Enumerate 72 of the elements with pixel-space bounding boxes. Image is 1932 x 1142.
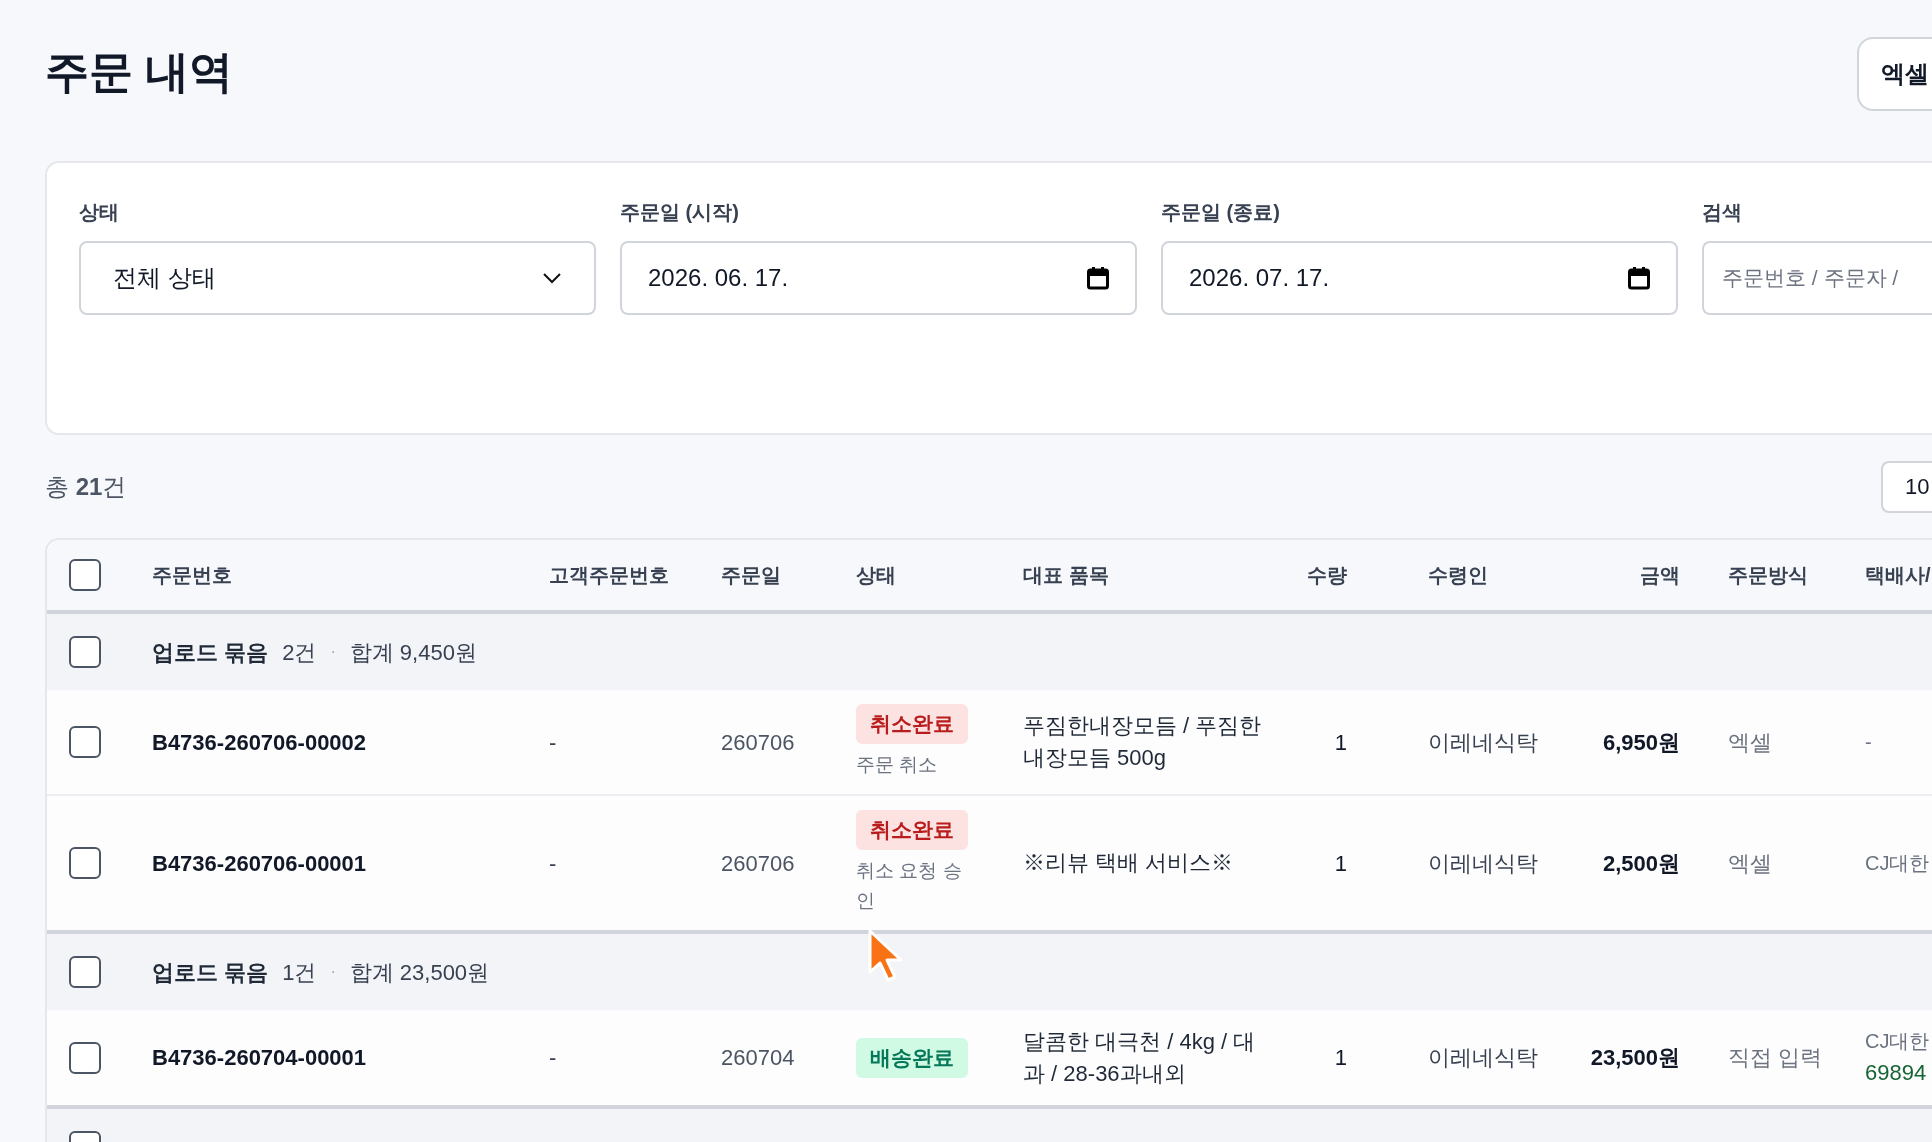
table-cell-text: - — [549, 849, 558, 878]
courier-name: - — [1865, 730, 1873, 755]
table-cell-text: 이레네식탁 — [1427, 728, 1539, 757]
table-cell-text: 이레네식탁 — [1427, 1044, 1539, 1072]
table-cell-text: 1 — [1333, 849, 1347, 878]
search-field[interactable]: 주문번호 / 주문자 / — [1702, 241, 1932, 315]
table-cell-text: 엑셀 — [1727, 728, 1773, 757]
order-number: B4736-260706-00001 — [152, 849, 368, 878]
table-cell-text: 1 — [1333, 1044, 1347, 1072]
table-cell-text: - — [549, 1044, 558, 1072]
status-select[interactable]: 전체 상태 — [79, 241, 596, 315]
group-count: 2건 — [282, 638, 317, 667]
page-size-select[interactable]: 10 — [1881, 460, 1932, 513]
excel-button[interactable]: 엑셀 — [1857, 37, 1932, 111]
date-field[interactable]: 2026. 07. 17. — [1161, 241, 1678, 315]
column-header: 대표 품목 — [1023, 563, 1110, 588]
table-cell-text: 260706 — [721, 728, 796, 757]
checkbox[interactable] — [69, 636, 101, 668]
column-header: 주문번호 — [152, 563, 233, 588]
group-title: 업로드 묶음 — [152, 958, 269, 987]
field-label: 주문일 (시작) — [620, 200, 740, 225]
date-field[interactable]: 2026. 06. 17. — [620, 241, 1137, 315]
status-badge: 배송완료 — [856, 1037, 968, 1078]
courier-name: CJ대한 — [1865, 1029, 1931, 1054]
table-cell-text: - — [549, 728, 558, 757]
chevron-down-icon — [542, 272, 562, 284]
status-note: 취소 요청 승인 — [856, 859, 963, 913]
column-header: 수령인 — [1427, 563, 1489, 588]
status-note: 주문 취소 — [856, 753, 938, 777]
separator-dot: · — [330, 962, 336, 982]
column-header: 주문방식 — [1727, 563, 1809, 588]
amount: 2,500원 — [1601, 849, 1680, 878]
column-header: 금액 — [1639, 563, 1680, 588]
separator-dot: · — [330, 642, 336, 662]
column-header: 고객주문번호 — [549, 563, 670, 588]
field-label: 주문일 (종료) — [1161, 200, 1281, 225]
checkbox[interactable] — [69, 726, 101, 758]
amount: 23,500원 — [1589, 1044, 1680, 1072]
group-count: 1건 — [282, 958, 317, 987]
column-header: 주문일 — [721, 563, 782, 588]
total-count: 총 21건 — [45, 471, 127, 502]
field-label: 검색 — [1702, 200, 1743, 225]
table-cell-text: 직접 입력 — [1727, 1044, 1824, 1072]
field-label: 상태 — [79, 200, 120, 225]
calendar-icon — [1628, 266, 1650, 290]
item-name: 달콤한 대극천 / 4kg / 대과 / 28-36과내외 — [1023, 1027, 1257, 1088]
courier-name: CJ대한 — [1865, 851, 1931, 876]
status-badge: 취소완료 — [856, 810, 968, 850]
item-name: ※리뷰 택배 서비스※ — [1023, 849, 1235, 877]
checkbox[interactable] — [69, 559, 101, 591]
tracking-number: 69894 — [1865, 1059, 1928, 1087]
column-header: 수량 — [1306, 563, 1347, 588]
checkbox[interactable] — [69, 1041, 101, 1074]
amount: 6,950원 — [1601, 728, 1680, 757]
table-cell-text: 260706 — [721, 849, 796, 878]
group-title: 업로드 묶음 — [152, 638, 269, 667]
table-cell-text: 260704 — [721, 1044, 796, 1072]
status-badge: 취소완료 — [856, 704, 968, 744]
table-cell-text: 1 — [1333, 728, 1347, 757]
calendar-icon — [1087, 266, 1109, 290]
group-total: 합계 9,450원 — [349, 638, 477, 667]
order-number: B4736-260704-00001 — [152, 1044, 368, 1072]
checkbox[interactable] — [69, 956, 101, 988]
page-title: 주문 내역 — [45, 46, 234, 98]
table-cell-text: 엑셀 — [1727, 849, 1773, 878]
order-number: B4736-260706-00002 — [152, 728, 368, 757]
column-header: 상태 — [856, 563, 897, 588]
checkbox[interactable] — [69, 847, 101, 879]
column-header: 택배사/ — [1865, 563, 1932, 588]
item-name: 푸짐한내장모듬 / 푸짐한내장모듬 500g — [1023, 712, 1263, 772]
table-cell-text: 이레네식탁 — [1427, 849, 1539, 878]
group-total: 합계 23,500원 — [349, 958, 490, 987]
